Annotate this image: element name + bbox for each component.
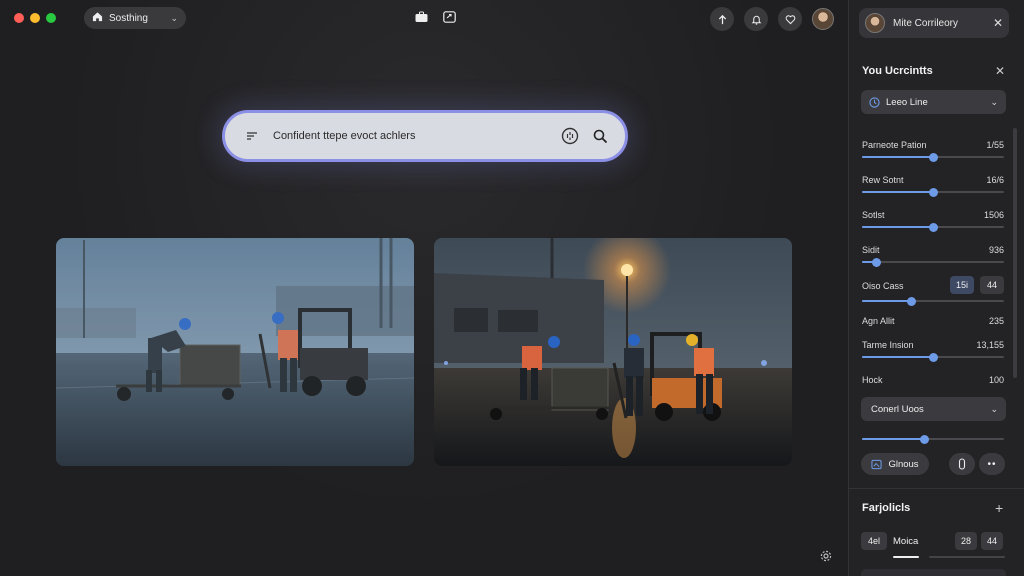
user-name: Mite Corrileory xyxy=(893,17,959,29)
chevron-down-icon: ⌄ xyxy=(990,403,998,414)
top-right-actions xyxy=(710,7,834,31)
slider-knob[interactable] xyxy=(907,296,917,306)
preset-value: Leeo Line xyxy=(886,96,928,108)
more-icon: •• xyxy=(987,458,997,470)
slider-knob[interactable] xyxy=(928,352,938,362)
slider-label: Oiso Cass xyxy=(862,281,904,291)
search-bar[interactable]: Confident ttepe evoct achlers xyxy=(222,110,628,162)
export-icon[interactable] xyxy=(442,10,456,24)
gear-icon[interactable] xyxy=(820,549,832,562)
clock-icon xyxy=(869,96,880,108)
mode-value: Conerl Uoos xyxy=(871,403,924,415)
bell-icon xyxy=(751,15,761,25)
user-card-avatar xyxy=(865,13,885,33)
slider-value: 1506 xyxy=(983,210,1004,220)
slider-value: 936 xyxy=(988,245,1004,255)
more-button[interactable]: •• xyxy=(979,453,1005,475)
value-box[interactable]: 4el xyxy=(861,532,887,550)
arrow-up-icon xyxy=(718,14,726,24)
photo-workers-rain-blue[interactable] xyxy=(56,238,414,466)
next-card[interactable] xyxy=(861,569,1006,576)
briefcase-icon[interactable] xyxy=(414,10,428,24)
favorite-button[interactable] xyxy=(778,7,802,31)
close-icon[interactable]: ✕ xyxy=(993,16,1003,30)
slider-label: Sidit xyxy=(862,245,880,255)
active-indicator xyxy=(893,556,919,558)
panel-divider xyxy=(848,488,1024,489)
voice-icon[interactable] xyxy=(561,127,579,145)
maximize-window-button[interactable] xyxy=(46,13,56,23)
slider-value: 1/55 xyxy=(986,140,1004,150)
user-avatar[interactable] xyxy=(812,8,834,30)
hock-label: Hock xyxy=(862,375,883,385)
search-icon[interactable] xyxy=(591,127,609,145)
adjustments-panel: Mite Corrileory ✕ You Ucrcintts ✕ Leeo L… xyxy=(848,0,1024,576)
window-controls xyxy=(14,13,56,23)
slider-knob[interactable] xyxy=(919,434,929,444)
main-canvas: Sosthing ⌄ Confident ttepe evoct achlers xyxy=(0,0,848,576)
location-tab[interactable]: Sosthing ⌄ xyxy=(84,7,186,29)
slider-label: Tarme Insion xyxy=(862,340,914,350)
slider-label: Parneote Pation xyxy=(862,140,927,150)
value-box[interactable]: 44 xyxy=(980,276,1004,294)
agn-value: 235 xyxy=(988,316,1004,326)
agn-label: Agn Allit xyxy=(862,316,895,326)
slider-knob[interactable] xyxy=(928,152,938,162)
close-section-icon[interactable]: ✕ xyxy=(995,64,1005,78)
action-button[interactable]: Glnous xyxy=(861,453,929,475)
photo-workers-rain-night[interactable] xyxy=(434,238,792,466)
section2-title: Farjolicls xyxy=(862,502,911,514)
slider-knob[interactable] xyxy=(928,222,938,232)
image-icon xyxy=(871,459,883,469)
slider-value: 16/6 xyxy=(986,175,1004,185)
slider-knob[interactable] xyxy=(871,257,881,267)
slider-track[interactable] xyxy=(862,187,1004,197)
slider-label: Rew Sotnt xyxy=(862,175,904,185)
slider-track[interactable] xyxy=(862,257,1004,267)
slider-track[interactable] xyxy=(862,434,1004,444)
inactive-indicator xyxy=(929,556,1005,558)
panel-scrollbar[interactable] xyxy=(1013,128,1017,378)
section-title: You Ucrcintts xyxy=(862,65,933,77)
attach-button[interactable] xyxy=(949,453,975,475)
mode-dropdown[interactable]: Conerl Uoos ⌄ xyxy=(861,397,1006,421)
bell-button[interactable] xyxy=(744,7,768,31)
filter-icon[interactable] xyxy=(243,127,261,145)
close-window-button[interactable] xyxy=(14,13,24,23)
chevron-down-icon: ⌄ xyxy=(990,96,998,107)
chevron-down-icon[interactable]: ⌄ xyxy=(170,13,178,24)
bottom-row-label: Moica xyxy=(893,536,919,547)
value-box[interactable]: 15i xyxy=(950,276,974,294)
slider-knob[interactable] xyxy=(928,187,938,197)
value-box[interactable]: 44 xyxy=(981,532,1003,550)
minimize-window-button[interactable] xyxy=(30,13,40,23)
paperclip-icon xyxy=(958,458,966,470)
home-icon xyxy=(92,11,103,25)
slider-track[interactable] xyxy=(862,222,1004,232)
slider-track[interactable] xyxy=(862,152,1004,162)
center-toolbar xyxy=(414,10,456,24)
hock-value: 100 xyxy=(988,375,1004,385)
send-button[interactable] xyxy=(710,7,734,31)
add-icon[interactable]: + xyxy=(995,500,1003,516)
slider-track[interactable] xyxy=(862,296,1004,306)
user-card[interactable]: Mite Corrileory ✕ xyxy=(859,8,1009,38)
slider-value: 13,155 xyxy=(976,340,1004,350)
heart-icon xyxy=(785,14,795,24)
value-box[interactable]: 28 xyxy=(955,532,977,550)
slider-label: Sotlst xyxy=(862,210,885,220)
tab-label: Sosthing xyxy=(109,12,148,24)
search-input[interactable]: Confident ttepe evoct achlers xyxy=(273,130,549,142)
slider-track[interactable] xyxy=(862,352,1004,362)
action-label: Glnous xyxy=(888,458,919,470)
preset-dropdown[interactable]: Leeo Line ⌄ xyxy=(861,90,1006,114)
